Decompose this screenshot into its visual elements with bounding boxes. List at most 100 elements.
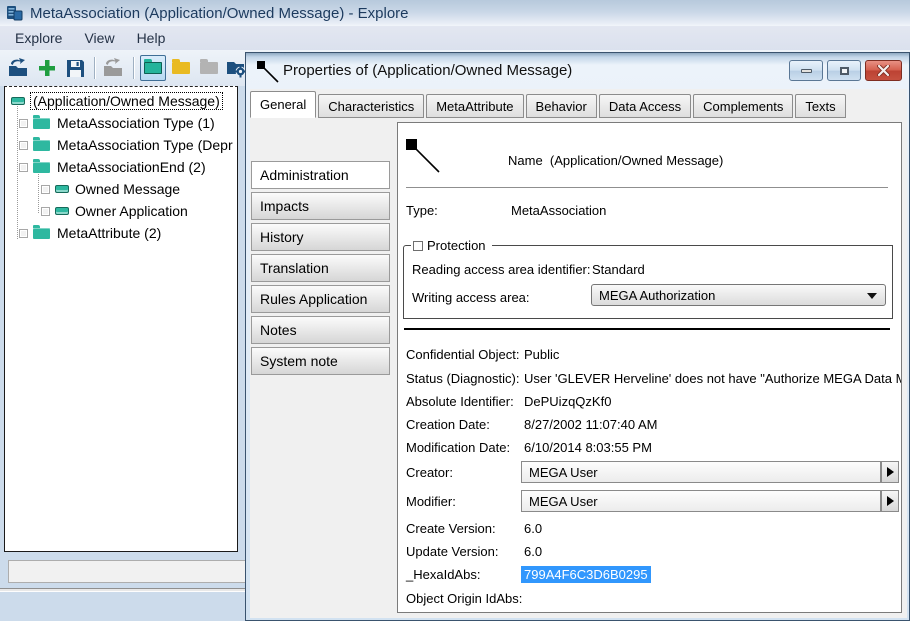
sidebar-item-history[interactable]: History [251,223,390,251]
tab-data-access[interactable]: Data Access [599,94,691,118]
folder-icon [33,228,50,239]
import-folder-icon[interactable] [101,55,127,81]
sidebar-item-system-note[interactable]: System note [251,347,390,375]
creator-field[interactable]: MEGA User [521,461,881,483]
status-diagnostic-label: Status (Diagnostic): [406,371,519,386]
creator-label: Creator: [406,465,453,480]
confidential-object-label: Confidential Object: [406,347,519,362]
status-diagnostic-value: User 'GLEVER Herveline' does not have "A… [524,371,902,386]
open-model-icon[interactable] [6,55,32,81]
reading-access-label: Reading access area identifier: [412,262,591,277]
menu-explore[interactable]: Explore [4,27,73,49]
protection-groupbox: Protection Reading access area identifie… [403,245,893,319]
restore-button[interactable] [827,60,861,81]
modifier-value: MEGA User [529,494,598,509]
writing-access-value: MEGA Authorization [599,288,715,303]
menu-view[interactable]: View [73,27,125,49]
tab-characteristics[interactable]: Characteristics [318,94,424,118]
minimize-button[interactable] [789,60,823,81]
folder-icon [33,118,50,129]
creator-value: MEGA User [529,465,598,480]
teal-folder-icon[interactable] [140,55,166,81]
hexaidabs-label: _HexaIdAbs: [406,567,480,582]
administration-panel: Name (Application/Owned Message) Type: M… [397,122,902,613]
properties-dialog: Properties of (Application/Owned Message… [245,52,910,621]
tab-metaattribute[interactable]: MetaAttribute [426,94,523,118]
tab-texts[interactable]: Texts [795,94,845,118]
object-icon [11,97,25,105]
sidebar-item-rules-application[interactable]: Rules Application [251,285,390,313]
type-label: Type: [406,203,438,218]
hexaidabs-value[interactable]: 799A4F6C3D6B0295 [521,566,651,583]
chevron-down-icon [867,293,877,299]
tree-item-owner-application[interactable]: Owner Application [5,200,237,222]
dialog-client-area: General Characteristics MetaAttribute Be… [250,89,907,618]
expand-icon[interactable] [19,229,28,238]
close-button[interactable] [865,60,902,81]
tree-item-label: MetaAttribute (2) [57,225,161,241]
confidential-object-value: Public [524,347,559,362]
tab-complements[interactable]: Complements [693,94,793,118]
association-glyph-icon [406,139,442,173]
protection-checkbox[interactable] [413,241,423,251]
tree-item-root[interactable]: (Application/Owned Message) [5,90,237,112]
sidebar-item-translation[interactable]: Translation [251,254,390,282]
tree-item-label: Owned Message [75,181,180,197]
sidebar-item-administration[interactable]: Administration [251,161,390,189]
tree-item-label: Owner Application [75,203,188,219]
folder-icon [33,140,50,151]
creation-date-label: Creation Date: [406,417,490,432]
writing-access-dropdown[interactable]: MEGA Authorization [591,284,886,306]
update-version-value: 6.0 [524,544,542,559]
menubar: Explore View Help [0,26,910,50]
protection-label: Protection [427,238,486,253]
yellow-folder-icon[interactable] [168,55,194,81]
tree-item-metaassociation-type[interactable]: MetaAssociation Type (1) [5,112,237,134]
tree-item-owned-message[interactable]: Owned Message [5,178,237,200]
dialog-title: Properties of (Application/Owned Message… [283,62,572,79]
tab-behavior[interactable]: Behavior [526,94,597,118]
window-title: MetaAssociation (Application/Owned Messa… [30,5,409,22]
app-icon [6,5,23,22]
sidebar-item-notes[interactable]: Notes [251,316,390,344]
object-origin-idabs-label: Object Origin IdAbs: [406,591,522,606]
name-label: Name [508,153,543,168]
divider [406,187,888,188]
expand-icon[interactable] [19,119,28,128]
tree-item-label: (Application/Owned Message) [31,93,222,109]
creator-expand-button[interactable] [881,461,899,483]
expand-icon[interactable] [41,207,50,216]
folder-open-icon [33,162,50,173]
toolbar-separator [94,57,95,79]
save-icon[interactable] [62,55,88,81]
toolbar-separator [133,57,134,79]
expand-icon[interactable] [19,163,28,172]
section-divider [404,328,890,330]
object-icon [55,185,69,193]
object-icon [55,207,69,215]
modification-date-label: Modification Date: [406,440,510,455]
modifier-expand-button[interactable] [881,490,899,512]
type-value: MetaAssociation [511,203,606,218]
gray-folder-icon[interactable] [196,55,222,81]
expand-icon[interactable] [19,141,28,150]
protection-legend: Protection [411,238,492,253]
writing-access-label: Writing access area: [412,290,530,305]
tree-item-metaassociation-type-deprecated[interactable]: MetaAssociation Type (Depr [5,134,237,156]
tree-item-metaattribute[interactable]: MetaAttribute (2) [5,222,237,244]
modification-date-value: 6/10/2014 8:03:55 PM [524,440,652,455]
expand-icon[interactable] [41,185,50,194]
tree-item-metaassociationend[interactable]: MetaAssociationEnd (2) [5,156,237,178]
explorer-tree: (Application/Owned Message) MetaAssociat… [4,86,238,552]
main-titlebar[interactable]: MetaAssociation (Application/Owned Messa… [0,0,910,26]
modifier-field[interactable]: MEGA User [521,490,881,512]
modifier-label: Modifier: [406,494,456,509]
add-icon[interactable] [34,55,60,81]
association-icon [255,59,279,81]
menu-help[interactable]: Help [126,27,177,49]
create-version-value: 6.0 [524,521,542,536]
absolute-identifier-value: DePUizqQzKf0 [524,394,611,409]
tree-item-label: MetaAssociation Type (Depr [57,137,233,153]
tab-general[interactable]: General [250,91,316,118]
sidebar-item-impacts[interactable]: Impacts [251,192,390,220]
